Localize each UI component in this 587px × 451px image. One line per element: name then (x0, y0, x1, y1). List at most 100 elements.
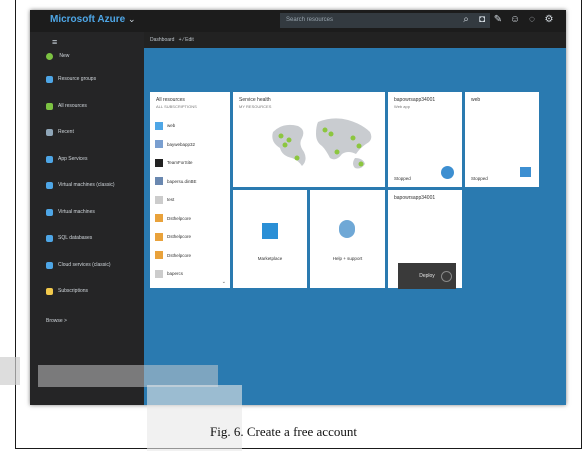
smile-icon[interactable]: ☺ (509, 14, 521, 26)
watermark-shape (0, 357, 20, 385)
status-text: Stopped (471, 176, 488, 181)
chevron-down-icon[interactable]: ⌄ (128, 14, 136, 25)
dashboard-actions[interactable]: + ⁄ Edit (179, 37, 194, 43)
sidebar-item-icon (46, 261, 53, 269)
sidebar-item-label: App Services (58, 155, 88, 162)
sidebar-browse[interactable]: Browse > (46, 315, 142, 328)
globe-icon (441, 271, 452, 282)
resource-icon (155, 121, 163, 130)
list-item[interactable]: test (155, 193, 174, 206)
dashboard-header: Dashboard + ⁄ Edit (144, 32, 566, 48)
tile-subtitle: Web app (394, 104, 410, 109)
plus-icon (46, 53, 53, 60)
sidebar-item[interactable]: Recent (46, 126, 142, 139)
resource-icon (155, 251, 163, 260)
menu-icon[interactable]: ≡ (52, 37, 57, 47)
sidebar-item[interactable]: Virtual machines (classic) (46, 179, 142, 192)
resource-icon (155, 177, 163, 186)
sidebar-item-icon (46, 288, 53, 295)
sidebar-item-icon (46, 155, 53, 163)
resource-icon (155, 140, 163, 149)
tile-subtitle: ALL SUBSCRIPTIONS (156, 104, 197, 109)
resource-name: Dsthelpcore (167, 215, 192, 221)
search-icon[interactable]: ⌕ (460, 14, 472, 26)
tile-help-support[interactable]: Help + support (310, 190, 385, 288)
tile-web[interactable]: web Stopped (465, 92, 539, 187)
page-title: Dashboard (150, 37, 175, 43)
tile-deploy[interactable]: bapowrsapp34001 Deploy (388, 190, 462, 289)
tile-label: Marketplace (257, 256, 283, 261)
sidebar-item-label: Subscriptions (58, 288, 89, 294)
list-item[interactable]: Dsthelpcore (155, 249, 191, 262)
dashboard-canvas: All resources ALL SUBSCRIPTIONS web baywe… (144, 48, 566, 405)
list-item[interactable]: bapercs (155, 267, 183, 280)
resource-name: TeamForSite (167, 160, 193, 165)
tile-title: bapowrsapp34001 (394, 195, 436, 201)
figure-caption: Fig. 6. Create a free account (210, 424, 357, 439)
sidebar-item-icon (46, 102, 53, 110)
shopping-bag-icon (262, 223, 278, 239)
support-person-icon (339, 220, 355, 238)
resource-icon (155, 269, 163, 278)
sidebar-item[interactable]: SQL databases (46, 232, 142, 245)
resource-name: test (167, 197, 175, 202)
list-item[interactable]: web (155, 119, 175, 132)
sidebar-item[interactable]: Subscriptions (46, 285, 142, 298)
sidebar-item-label: SQL databases (58, 235, 93, 241)
resource-icon (155, 195, 163, 204)
sidebar-item-icon (46, 235, 53, 242)
resource-icon (155, 214, 163, 223)
sidebar-item-label: Cloud services (classic) (58, 261, 111, 268)
sidebar: ≡ New Resource groups All resources Recent… (30, 32, 144, 405)
web-app-icon (520, 167, 531, 177)
list-item[interactable]: TeamForSite (155, 156, 193, 169)
sidebar-item[interactable]: Cloud services (classic) (46, 259, 142, 272)
sidebar-item-label: Virtual machines (classic) (58, 182, 115, 188)
resource-icon (155, 158, 163, 167)
resource-name: bapercs (167, 271, 184, 276)
tile-marketplace[interactable]: Marketplace (233, 190, 307, 288)
watermark-shape (38, 365, 218, 387)
azure-portal-screenshot: Microsoft Azure ⌄ Search resources ⌕ ◘ ✎… (30, 10, 566, 405)
list-item[interactable]: Dsthelpcore (155, 212, 191, 225)
list-item[interactable]: Dsthelpcore (155, 230, 191, 243)
resource-name: Dsthelpcore (167, 252, 192, 258)
bell-icon[interactable]: ◘ (476, 14, 488, 26)
sidebar-item-label: All resources (58, 102, 87, 109)
tile-title: Service health (239, 97, 271, 103)
sidebar-item-icon (46, 129, 53, 136)
resource-name: Dsthelpcore (167, 234, 192, 239)
tile-title: bapowrsapp34001 (394, 97, 436, 103)
tile-all-resources[interactable]: All resources ALL SUBSCRIPTIONS web baywe… (150, 92, 230, 288)
list-item[interactable]: bapersu.dinBE (155, 175, 197, 188)
tile-title: All resources (156, 97, 185, 103)
resource-name: bapersu.dinBE (167, 178, 197, 184)
tile-web-app[interactable]: bapowrsapp34001 Web app Stopped (388, 92, 462, 187)
world-map (272, 118, 372, 169)
sidebar-item-icon (46, 76, 53, 83)
sidebar-item-label: Virtual machines (58, 208, 95, 215)
tile-service-health[interactable]: Service health MY RESOURCES (233, 92, 385, 187)
sidebar-item-new[interactable]: New (46, 50, 142, 63)
tile-title: web (471, 97, 481, 103)
list-item[interactable]: baywebapp32 (155, 138, 195, 151)
search-input[interactable]: Search resources (280, 13, 490, 28)
edit-icon[interactable]: ✎ (492, 14, 504, 26)
chevron-down-icon[interactable]: ⌄ (222, 279, 226, 285)
status-text: Stopped (394, 176, 411, 181)
settings-icon[interactable]: ⚙ (543, 14, 555, 26)
sidebar-item-label: Resource groups (58, 76, 97, 82)
help-icon[interactable]: ◌ (526, 14, 538, 26)
brand-logo[interactable]: Microsoft Azure (50, 14, 125, 25)
sidebar-item[interactable]: All resources (46, 100, 142, 113)
sidebar-item-icon (46, 182, 53, 189)
sidebar-item-icon (46, 208, 53, 216)
sidebar-item[interactable]: App Services (46, 153, 142, 166)
sidebar-item-label: Recent (58, 129, 74, 135)
tile-subtitle: MY RESOURCES (239, 104, 272, 109)
tile-label: Help + support (332, 256, 363, 261)
sidebar-item[interactable]: Resource groups (46, 73, 142, 86)
sidebar-item[interactable]: Virtual machines (46, 206, 142, 219)
top-bar: Microsoft Azure ⌄ Search resources ⌕ ◘ ✎… (30, 10, 566, 32)
watermark-shape (147, 385, 242, 451)
